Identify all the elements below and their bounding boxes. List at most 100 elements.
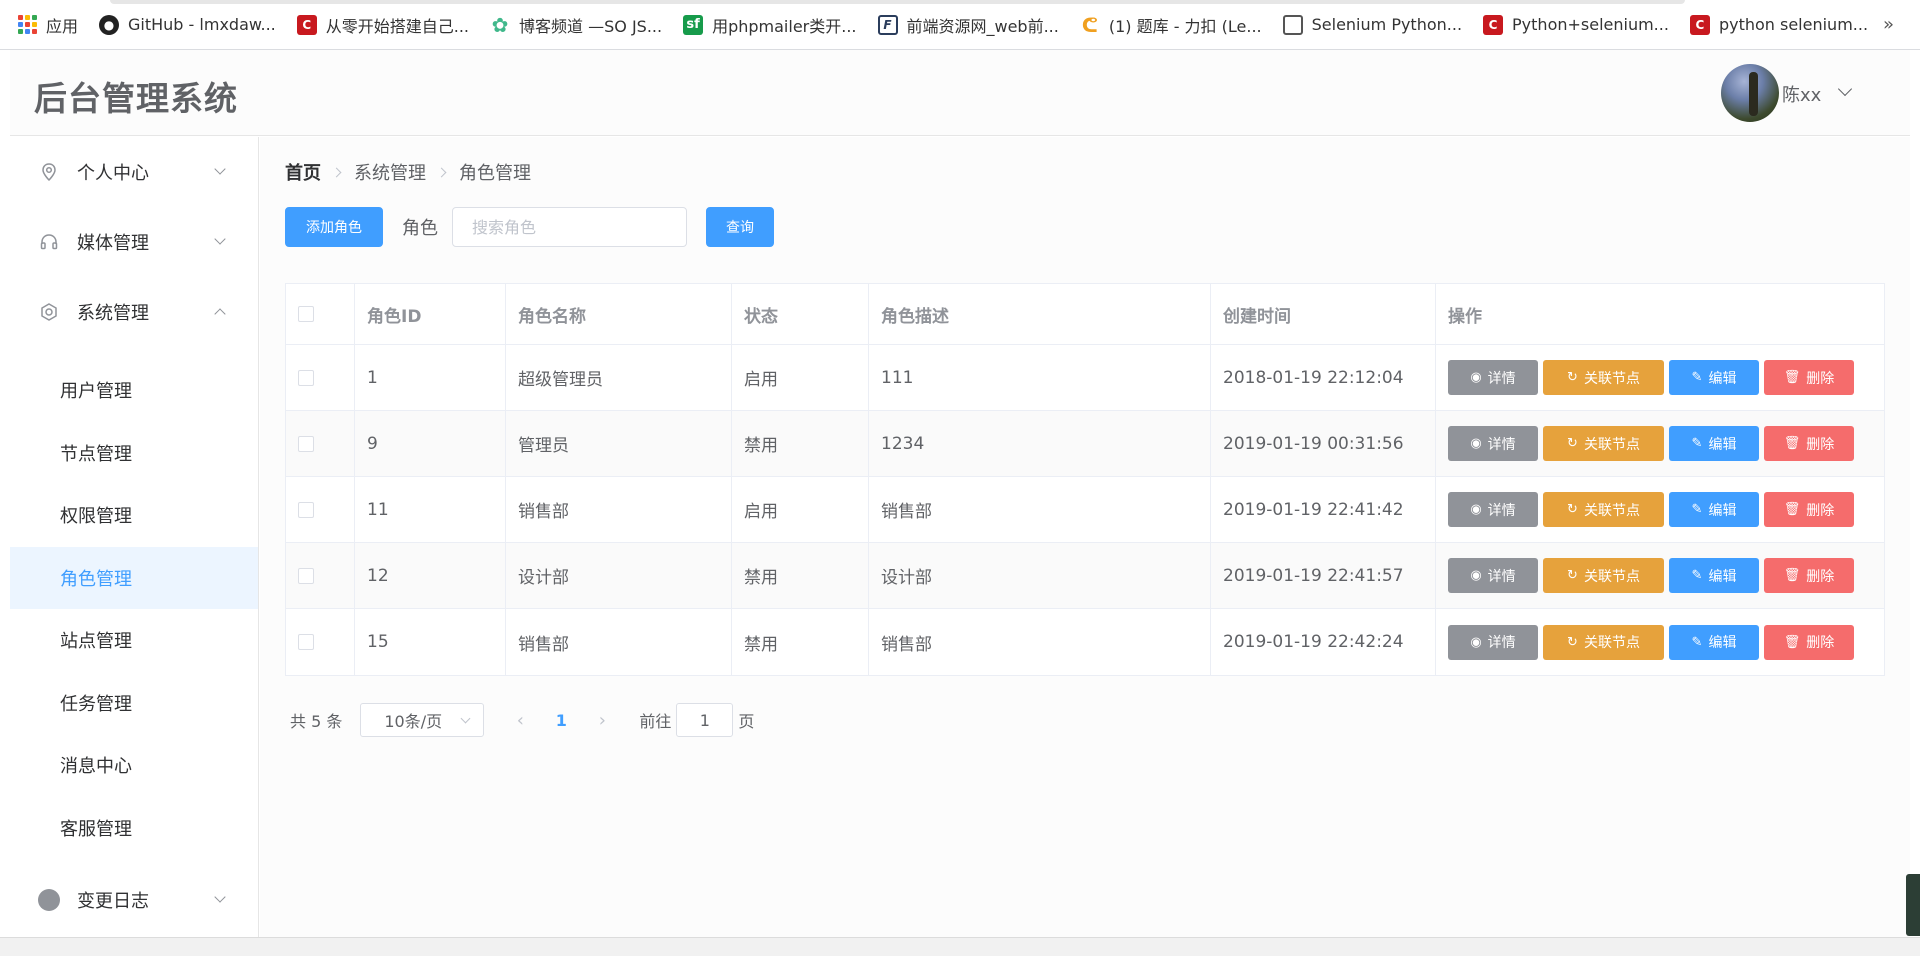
csdn-icon: C (296, 14, 317, 35)
eye-icon: ◉ (1470, 502, 1482, 517)
detail-button[interactable]: ◉ 详情 (1448, 624, 1538, 660)
row-actions: ◉ 详情 ↻ 关联节点 ✎ 编辑 🗑 删除 (1436, 543, 1884, 608)
sidebar-item-messages[interactable]: 消息中心 (10, 734, 258, 797)
chevron-down-icon[interactable] (1837, 81, 1853, 97)
link-nodes-button[interactable]: ↻ 关联节点 (1543, 360, 1664, 395)
delete-button[interactable]: 🗑 删除 (1764, 624, 1854, 660)
row-checkbox[interactable] (298, 634, 314, 650)
bookmark-csdn-3[interactable]: C python selenium... (1689, 0, 1868, 50)
delete-button[interactable]: 🗑 删除 (1764, 426, 1854, 461)
select-all-checkbox[interactable] (298, 306, 314, 322)
bookmark-label: 博客频道 —SO JS... (519, 16, 663, 36)
link-nodes-button[interactable]: ↻ 关联节点 (1543, 558, 1664, 593)
bookmark-sojson[interactable]: ✿ 博客频道 —SO JS... (490, 0, 662, 50)
link-nodes-button[interactable]: ↻ 关联节点 (1543, 426, 1664, 461)
row-checkbox[interactable] (298, 501, 314, 518)
row-checkbox[interactable] (298, 435, 314, 452)
edit-button[interactable]: ✎ 编辑 (1669, 624, 1759, 660)
csdn-icon: C (1689, 14, 1710, 35)
role-created-time: 2019-01-19 22:41:42 (1211, 477, 1436, 542)
edit-label: 编辑 (1708, 502, 1737, 519)
role-created-time: 2019-01-19 22:42:24 (1211, 609, 1436, 675)
detail-label: 详情 (1487, 436, 1516, 453)
bookmark-leetcode[interactable]: ᕦ (1) 题库 - 力扣 (Le... (1080, 0, 1262, 50)
role-search-input[interactable] (452, 207, 687, 247)
edit-button[interactable]: ✎ 编辑 (1669, 558, 1759, 593)
pagination-total: 共 5 条 (290, 712, 343, 731)
bookmarks-bar: 应用 ● GitHub - lmxdaw... C 从零开始搭建自己... ✿ … (0, 0, 1920, 50)
bookmark-frontend[interactable]: F 前端资源网_web前... (877, 0, 1059, 50)
role-name: 管理员 (506, 411, 732, 476)
link-nodes-label: 关联节点 (1583, 502, 1640, 519)
row-checkbox[interactable] (298, 369, 314, 386)
next-page-button[interactable]: › (585, 703, 619, 737)
edit-button[interactable]: ✎ 编辑 (1669, 492, 1759, 527)
delete-button[interactable]: 🗑 删除 (1764, 360, 1854, 395)
add-role-button[interactable]: 添加角色 (285, 207, 383, 247)
detail-label: 详情 (1487, 635, 1516, 651)
avatar[interactable] (1721, 64, 1779, 122)
edit-icon: ✎ (1691, 634, 1703, 650)
breadcrumb-home[interactable]: 首页 (285, 159, 321, 185)
bookmark-label: 应用 (46, 16, 79, 36)
bookmark-csdn-2[interactable]: C Python+selenium... (1483, 0, 1669, 50)
refresh-icon: ↻ (1567, 568, 1578, 583)
user-name[interactable]: 陈xx (1782, 81, 1821, 107)
bookmark-label: GitHub - lmxdaw... (128, 15, 276, 34)
detail-button[interactable]: ◉ 详情 (1448, 426, 1538, 461)
sidebar-item-roles[interactable]: 角色管理 (10, 546, 258, 609)
sidebar-item-permissions[interactable]: 权限管理 (10, 484, 258, 547)
sidebar-item-users[interactable]: 用户管理 (10, 359, 258, 422)
link-nodes-button[interactable]: ↻ 关联节点 (1543, 624, 1664, 660)
sidebar-menu-media[interactable]: 媒体管理 (10, 207, 258, 277)
floating-widget[interactable] (1906, 874, 1920, 936)
row-checkbox[interactable] (298, 567, 314, 584)
menu-label: 系统管理 (77, 303, 149, 324)
leetcode-icon: ᕦ (1081, 12, 1099, 37)
row-actions: ◉ 详情 ↻ 关联节点 ✎ 编辑 🗑 删除 (1436, 411, 1884, 476)
refresh-icon: ↻ (1567, 370, 1578, 385)
sidebar-menu-system[interactable]: 系统管理 (10, 277, 258, 347)
goto-page-input[interactable] (676, 703, 734, 737)
headset-icon (38, 231, 60, 253)
role-name: 超级管理员 (506, 345, 732, 410)
eye-icon: ◉ (1470, 370, 1482, 385)
bookmark-segmentfault[interactable]: sf 用phpmailer类开... (683, 0, 857, 50)
bookmark-github[interactable]: ● GitHub - lmxdaw... (99, 0, 276, 50)
detail-button[interactable]: ◉ 详情 (1448, 492, 1538, 527)
row-checkbox-cell (286, 609, 355, 675)
edit-button[interactable]: ✎ 编辑 (1669, 360, 1759, 395)
edit-label: 编辑 (1708, 370, 1737, 387)
page-number-current[interactable]: 1 (541, 703, 581, 737)
sidebar-item-nodes[interactable]: 节点管理 (10, 422, 258, 485)
table-row: 1 超级管理员 启用 111 2018-01-19 22:12:04 ◉ 详情 ↻… (286, 345, 1884, 411)
link-nodes-label: 关联节点 (1583, 568, 1640, 585)
app-header: 后台管理系统 陈xx (10, 50, 1910, 136)
sidebar-item-support[interactable]: 客服管理 (10, 797, 258, 860)
sidebar-menu-personal[interactable]: 个人中心 (10, 137, 258, 207)
detail-button[interactable]: ◉ 详情 (1448, 360, 1538, 395)
link-nodes-button[interactable]: ↻ 关联节点 (1543, 492, 1664, 527)
query-button[interactable]: 查询 (706, 207, 774, 247)
edit-button[interactable]: ✎ 编辑 (1669, 426, 1759, 461)
menu-label: 媒体管理 (77, 233, 149, 254)
sidebar-item-sites[interactable]: 站点管理 (10, 609, 258, 672)
bookmarks-overflow-button[interactable]: » (1883, 14, 1894, 35)
trash-icon: 🗑 (1783, 502, 1801, 517)
delete-button[interactable]: 🗑 删除 (1764, 558, 1854, 593)
role-created-time: 2019-01-19 22:41:57 (1211, 543, 1436, 608)
detail-label: 详情 (1487, 568, 1516, 585)
bookmark-apps[interactable]: 应用 (18, 0, 78, 50)
sidebar-menu-changelog[interactable]: i 变更日志 (10, 865, 258, 935)
delete-label: 删除 (1806, 502, 1835, 519)
delete-button[interactable]: 🗑 删除 (1764, 492, 1854, 527)
detail-button[interactable]: ◉ 详情 (1448, 558, 1538, 593)
edit-icon: ✎ (1691, 436, 1703, 451)
column-header: 角色名称 (506, 284, 732, 344)
sidebar-item-tasks[interactable]: 任务管理 (10, 672, 258, 735)
edit-label: 编辑 (1708, 436, 1737, 453)
prev-page-button[interactable]: ‹ (503, 703, 537, 737)
page-size-select[interactable]: 10条/页 (360, 703, 485, 737)
bookmark-csdn-1[interactable]: C 从零开始搭建自己... (296, 0, 469, 50)
bookmark-selenium-doc[interactable]: Selenium Python... (1282, 0, 1462, 50)
